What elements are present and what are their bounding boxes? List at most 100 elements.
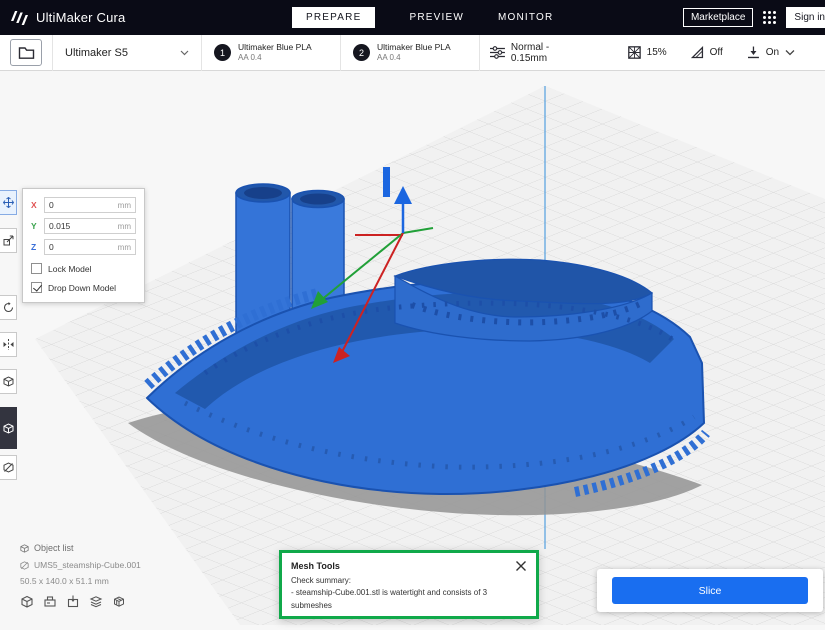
mesh-cube-icon (114, 596, 124, 607)
tool-rotate-button[interactable] (0, 295, 17, 320)
app-header: UltiMaker Cura PREPARE PREVIEW MONITOR M… (0, 0, 825, 35)
extruder-2-nozzle: AA 0.4 (377, 52, 401, 62)
printer-icon (44, 596, 56, 607)
check-summary-label: Check summary: (291, 576, 352, 585)
viewport[interactable] (0, 71, 825, 625)
move-tool-panel: X mm Y mm Z mm Lock Model Drop Down Mode… (22, 188, 145, 303)
object-list-item[interactable]: UMS5_steamship-Cube.001 (20, 560, 141, 570)
layers-icon (89, 596, 103, 608)
y-position-row: Y mm (31, 218, 136, 234)
export-model-button[interactable] (66, 595, 80, 608)
mesh-cube-button[interactable] (112, 595, 126, 608)
y-axis-label: Y (31, 221, 37, 231)
x-unit-label: mm (117, 200, 131, 210)
extruder-2-badge: 2 (353, 44, 370, 61)
object-dimensions: 50.5 x 140.0 x 51.1 mm (20, 576, 109, 586)
marketplace-button[interactable]: Marketplace (682, 8, 754, 27)
drop-down-model-checkbox[interactable] (31, 282, 42, 293)
mirror-icon (3, 339, 13, 350)
export-icon (67, 595, 79, 608)
z-axis-label: Z (31, 242, 37, 252)
printer-button[interactable] (43, 595, 57, 608)
z-axis-bar[interactable] (383, 167, 390, 197)
support-value: Off (709, 47, 723, 58)
chevron-down-icon[interactable] (785, 49, 795, 56)
tool-per-model-settings-button[interactable] (0, 369, 17, 394)
adhesion-icon (747, 46, 759, 59)
slice-button[interactable]: Slice (612, 577, 808, 604)
adhesion-value: On (765, 47, 780, 58)
mesh-tools-icon (3, 422, 13, 434)
tab-monitor[interactable]: MONITOR (498, 12, 553, 23)
configuration-toolbar: Ultimaker S5 1 Ultimaker Blue PLA AA 0.4… (0, 34, 825, 71)
model-item-icon (20, 560, 29, 570)
z-position-row: Z mm (31, 239, 136, 255)
sign-in-button[interactable]: Sign in (786, 7, 825, 28)
tab-prepare[interactable]: PREPARE (292, 7, 376, 28)
y-unit-label: mm (117, 221, 131, 231)
tool-move-button[interactable] (0, 190, 17, 215)
apps-grid-icon[interactable] (763, 11, 777, 24)
z-unit-label: mm (117, 242, 131, 252)
dialog-title: Mesh Tools (291, 561, 340, 571)
folder-icon (18, 47, 34, 59)
y-position-input[interactable] (49, 221, 101, 231)
profile-value: Normal - 0.15mm (510, 41, 550, 64)
object-list-toolbar (20, 595, 141, 608)
extruder-1-nozzle: AA 0.4 (238, 52, 262, 62)
lock-model-label: Lock Model (48, 263, 92, 274)
close-icon[interactable] (515, 560, 527, 572)
model-cube-button[interactable] (20, 595, 34, 608)
tab-preview[interactable]: PREVIEW (409, 12, 464, 23)
chevron-down-icon (180, 50, 189, 55)
move-icon (2, 197, 14, 208)
tool-support-blocker-button[interactable] (0, 455, 17, 480)
extruder-1-badge: 1 (214, 44, 231, 61)
tool-mirror-button[interactable] (0, 332, 17, 357)
z-position-input[interactable] (49, 242, 101, 252)
layers-button[interactable] (89, 595, 103, 608)
check-summary-line: - steamship-Cube.001.stl is watertight a… (291, 588, 488, 610)
printer-name: Ultimaker S5 (65, 46, 128, 59)
open-file-button[interactable] (10, 39, 42, 66)
object-list-title: Object list (34, 543, 74, 553)
infill-icon (627, 46, 641, 59)
extruder-1-config: Ultimaker Blue PLA AA 0.4 (238, 42, 312, 63)
x-axis-label: X (31, 200, 37, 210)
sliders-icon (490, 46, 505, 59)
model-cube-icon (21, 595, 33, 608)
printer-selector[interactable]: Ultimaker S5 (53, 35, 201, 70)
action-panel: Slice (597, 569, 823, 612)
support-icon (690, 46, 703, 59)
object-list-icon (20, 543, 29, 553)
object-list-panel: Object list UMS5_steamship-Cube.001 50.5… (20, 543, 141, 608)
workflow-tabs: PREPARE PREVIEW MONITOR (292, 0, 553, 35)
mesh-tools-dialog: Mesh Tools Check summary: - steamship-Cu… (279, 550, 539, 619)
tool-scale-button[interactable] (0, 228, 17, 253)
x-position-row: X mm (31, 197, 136, 213)
drop-down-model-label: Drop Down Model (48, 282, 117, 293)
per-model-settings-icon (3, 376, 13, 387)
extruder-1-selector[interactable]: 1 Ultimaker Blue PLA AA 0.4 (202, 35, 340, 70)
extruder-2-material: Ultimaker Blue PLA (377, 41, 451, 52)
support-blocker-icon (3, 462, 13, 473)
ultimaker-logo-icon (11, 10, 28, 25)
dialog-body: Check summary: - steamship-Cube.001.stl … (282, 574, 536, 618)
lock-model-row: Lock Model (31, 263, 136, 274)
rotate-icon (3, 302, 13, 313)
object-item-name: UMS5_steamship-Cube.001 (34, 560, 141, 570)
infill-value: 15% (646, 47, 667, 58)
object-list-toggle[interactable]: Object list (20, 543, 141, 553)
lock-model-checkbox[interactable] (31, 263, 42, 274)
viewport-3d-scene (35, 86, 825, 625)
drop-down-model-row: Drop Down Model (31, 282, 136, 293)
extruder-1-material: Ultimaker Blue PLA (238, 41, 312, 52)
tool-mesh-tools-button[interactable] (0, 407, 17, 449)
extruder-2-config: Ultimaker Blue PLA AA 0.4 (377, 42, 451, 63)
extruder-2-selector[interactable]: 2 Ultimaker Blue PLA AA 0.4 (341, 35, 479, 70)
print-settings-summary[interactable]: Normal - 0.15mm 15% Off On (480, 35, 825, 70)
x-position-input[interactable] (49, 200, 101, 210)
header-right-group: Marketplace Sign in (682, 0, 825, 35)
scale-icon (3, 235, 13, 246)
dialog-header: Mesh Tools (282, 553, 536, 574)
